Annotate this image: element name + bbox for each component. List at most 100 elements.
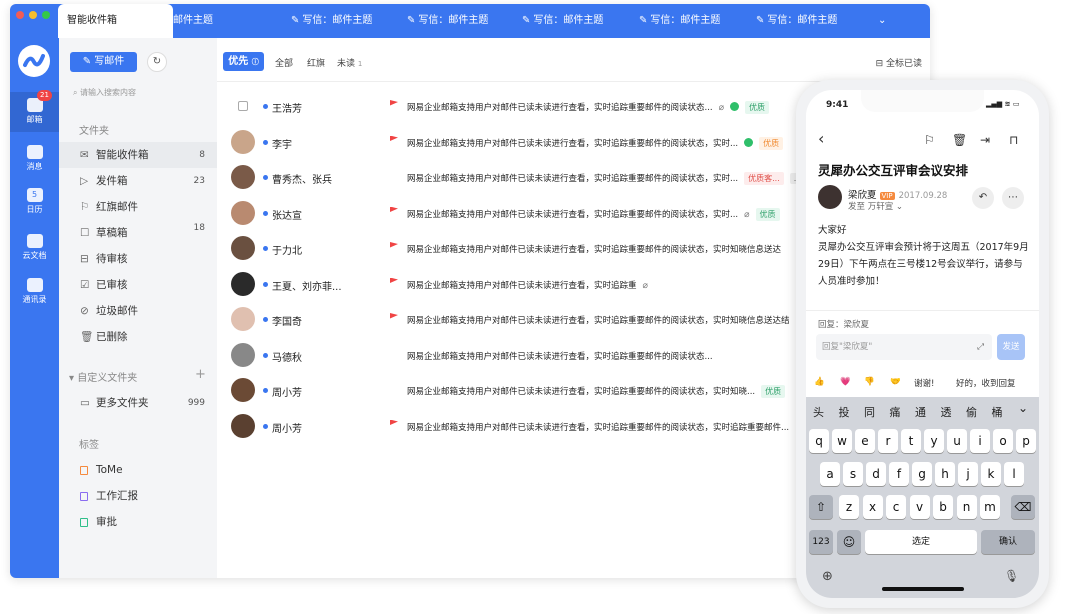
- minimize-button[interactable]: [29, 11, 37, 19]
- reply-input[interactable]: 回复"梁欣夏" ⤢: [816, 334, 992, 360]
- tab-6[interactable]: ✎ 写信：邮件主题: [756, 4, 837, 38]
- key-v[interactable]: v: [909, 495, 930, 519]
- tab-0[interactable]: 智能收件箱: [58, 4, 173, 38]
- key-w[interactable]: w: [832, 429, 852, 453]
- folder-5[interactable]: ☑ 已审核: [59, 272, 217, 298]
- tab-2[interactable]: ✎ 写信：邮件主题: [291, 4, 372, 38]
- tab-4[interactable]: ✎ 写信：邮件主题: [522, 4, 603, 38]
- key-b[interactable]: b: [933, 495, 953, 519]
- filter-red-flag[interactable]: 红旗: [307, 56, 325, 69]
- key-p[interactable]: p: [1016, 429, 1036, 453]
- add-folder-icon[interactable]: +: [195, 367, 206, 382]
- quick-reply[interactable]: 👎: [864, 377, 875, 387]
- tag-1[interactable]: 工作汇报: [59, 483, 217, 509]
- key-r[interactable]: r: [878, 429, 898, 453]
- close-button[interactable]: [16, 11, 24, 19]
- candidate[interactable]: 痛: [890, 404, 901, 420]
- mail-recipients[interactable]: 发至 万轩宣 ⌄: [848, 200, 903, 212]
- row-checkbox[interactable]: [238, 101, 248, 111]
- red-flag-icon[interactable]: [390, 135, 398, 146]
- globe-icon[interactable]: ⊕: [822, 569, 833, 584]
- send-button[interactable]: 发送: [997, 334, 1025, 360]
- key-y[interactable]: y: [924, 429, 944, 453]
- shift-icon[interactable]: ⇧: [809, 495, 833, 519]
- candidate[interactable]: 通: [915, 404, 926, 420]
- key-e[interactable]: e: [855, 429, 875, 453]
- filter-unread[interactable]: 未读 1: [337, 56, 362, 69]
- red-flag-icon[interactable]: [390, 313, 398, 323]
- rail-item-0[interactable]: 邮箱 21: [10, 90, 59, 132]
- collapse-icon[interactable]: ⌄: [1018, 401, 1028, 415]
- bookmark-icon[interactable]: ⊓: [1009, 133, 1018, 147]
- key-t[interactable]: t: [901, 429, 921, 453]
- reply-icon[interactable]: ↶: [972, 187, 994, 209]
- key-k[interactable]: k: [981, 462, 1001, 486]
- key-l[interactable]: l: [1004, 462, 1024, 486]
- mic-icon[interactable]: 🎙: [1004, 569, 1019, 583]
- folder-6[interactable]: ⊘ 垃圾邮件: [59, 298, 217, 324]
- candidate[interactable]: 投: [839, 404, 850, 420]
- key-f[interactable]: f: [889, 462, 909, 486]
- key-h[interactable]: h: [935, 462, 955, 486]
- key-i[interactable]: i: [970, 429, 990, 453]
- candidate[interactable]: 偷: [966, 404, 977, 420]
- custom-folders-header[interactable]: ▾ 自定义文件夹: [69, 369, 137, 384]
- rail-item-3[interactable]: 云文档: [10, 228, 59, 268]
- red-flag-icon[interactable]: [390, 277, 398, 288]
- folder-3[interactable]: ☐ 草稿箱 18: [59, 220, 217, 246]
- rail-item-4[interactable]: 通讯录: [10, 272, 59, 312]
- mark-all-read-button[interactable]: ⊟ 全标已读: [876, 56, 922, 69]
- candidate[interactable]: 透: [941, 404, 952, 420]
- more-icon[interactable]: ⋯: [1002, 187, 1024, 209]
- tag-2[interactable]: 审批: [59, 509, 217, 535]
- delete-icon[interactable]: 🗑: [952, 133, 967, 147]
- key-g[interactable]: g: [912, 462, 932, 486]
- compose-button[interactable]: ✎ 写邮件: [70, 52, 137, 72]
- quick-reply[interactable]: 谢谢!: [914, 377, 934, 389]
- folder-1[interactable]: ▷ 发件箱 23: [59, 168, 217, 194]
- key-s[interactable]: s: [843, 462, 863, 486]
- backspace-icon[interactable]: ⌫: [1011, 495, 1035, 519]
- key-space[interactable]: 选定: [865, 530, 977, 554]
- red-flag-icon[interactable]: [390, 242, 398, 252]
- key-c[interactable]: c: [886, 495, 906, 519]
- quick-reply[interactable]: 好的，收到回复: [956, 377, 1016, 389]
- key-123[interactable]: 123: [809, 530, 833, 554]
- quick-reply[interactable]: 💗: [840, 377, 851, 387]
- maximize-button[interactable]: [42, 11, 50, 19]
- key-o[interactable]: o: [993, 429, 1013, 453]
- red-flag-icon[interactable]: [390, 419, 398, 430]
- key-z[interactable]: z: [839, 495, 859, 519]
- folder-0[interactable]: ✉ 智能收件箱 8: [59, 142, 217, 168]
- key-confirm[interactable]: 确认: [981, 530, 1035, 554]
- expand-icon[interactable]: ⤢: [977, 334, 984, 360]
- key-j[interactable]: j: [958, 462, 978, 486]
- refresh-icon[interactable]: ↻: [147, 52, 167, 72]
- priority-filter-button[interactable]: 优先 ⓘ: [223, 52, 264, 71]
- search-input[interactable]: ⌕ 请输入搜索内容: [73, 84, 203, 102]
- folder-more[interactable]: ▭ 更多文件夹 999: [59, 390, 217, 416]
- tab-5[interactable]: ✎ 写信：邮件主题: [639, 4, 720, 38]
- tab-1[interactable]: 邮件主题: [173, 4, 213, 38]
- key-q[interactable]: q: [809, 429, 829, 453]
- quick-reply[interactable]: 👍: [814, 377, 825, 387]
- red-flag-icon[interactable]: [390, 206, 398, 217]
- emoji-key-icon[interactable]: ☺: [837, 530, 861, 554]
- key-d[interactable]: d: [866, 462, 886, 486]
- key-m[interactable]: m: [980, 495, 1000, 519]
- candidate[interactable]: 头: [813, 404, 824, 420]
- quick-reply[interactable]: 🤝: [890, 377, 901, 387]
- filter-all[interactable]: 全部: [275, 56, 293, 69]
- candidate[interactable]: 桶: [992, 404, 1003, 420]
- rail-item-2[interactable]: 5 日历: [10, 182, 59, 222]
- folder-4[interactable]: ⊟ 待审核: [59, 246, 217, 272]
- flag-icon[interactable]: ⚐: [924, 133, 935, 147]
- key-n[interactable]: n: [956, 495, 977, 519]
- folder-7[interactable]: 🗑 已删除: [59, 324, 217, 350]
- tab-more-icon[interactable]: ⌄: [878, 4, 886, 38]
- key-u[interactable]: u: [947, 429, 967, 453]
- tab-3[interactable]: ✎ 写信：邮件主题: [407, 4, 488, 38]
- tag-0[interactable]: ToMe: [59, 457, 217, 483]
- back-icon[interactable]: ‹: [818, 129, 824, 148]
- move-icon[interactable]: ⇥: [980, 133, 990, 147]
